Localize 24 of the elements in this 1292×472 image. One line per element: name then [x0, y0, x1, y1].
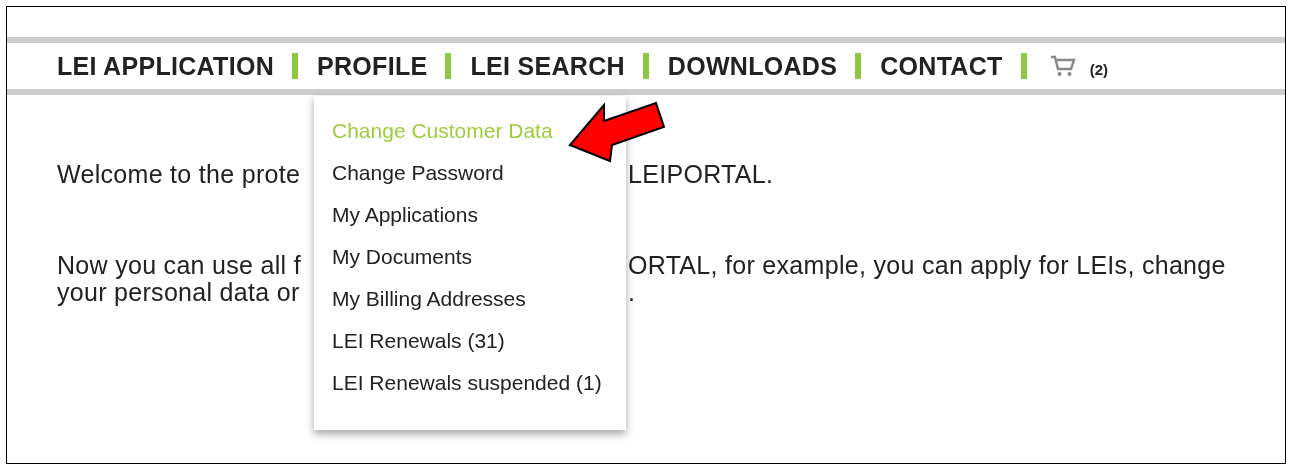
nav-separator: [292, 53, 298, 79]
body-text: Welcome to the prote: [57, 161, 301, 188]
body-text: Now you can use all f: [57, 252, 301, 279]
menu-item[interactable]: Change Password: [332, 152, 504, 194]
nav-link[interactable]: CONTACT: [880, 51, 1003, 81]
nav-separator: [1020, 53, 1027, 79]
menu-item[interactable]: My Billing Addresses: [332, 278, 526, 320]
body-text: your personal data or: [57, 279, 300, 306]
cart-count: (2): [1089, 60, 1108, 78]
nav-link[interactable]: LEI SEARCH: [470, 51, 625, 81]
body-text: LEIPORTAL.: [628, 161, 774, 188]
menu-item[interactable]: My Applications: [332, 194, 478, 236]
cart-icon[interactable]: [1049, 54, 1076, 78]
nav-separator: [445, 53, 452, 79]
nav-separator: [855, 53, 862, 79]
body-text: .: [628, 279, 636, 306]
menu-item[interactable]: My Documents: [332, 236, 473, 278]
nav-separator: [642, 53, 649, 79]
nav-link[interactable]: DOWNLOADS: [667, 51, 838, 81]
menu-item[interactable]: LEI Renewals suspended (1): [332, 362, 602, 404]
nav-link[interactable]: LEI APPLICATION: [57, 51, 274, 81]
menu-item[interactable]: LEI Renewals (31): [332, 320, 505, 362]
nav-link[interactable]: PROFILE: [317, 51, 428, 81]
body-text: ORTAL, for example, you can apply for LEIs, change: [628, 252, 1226, 279]
